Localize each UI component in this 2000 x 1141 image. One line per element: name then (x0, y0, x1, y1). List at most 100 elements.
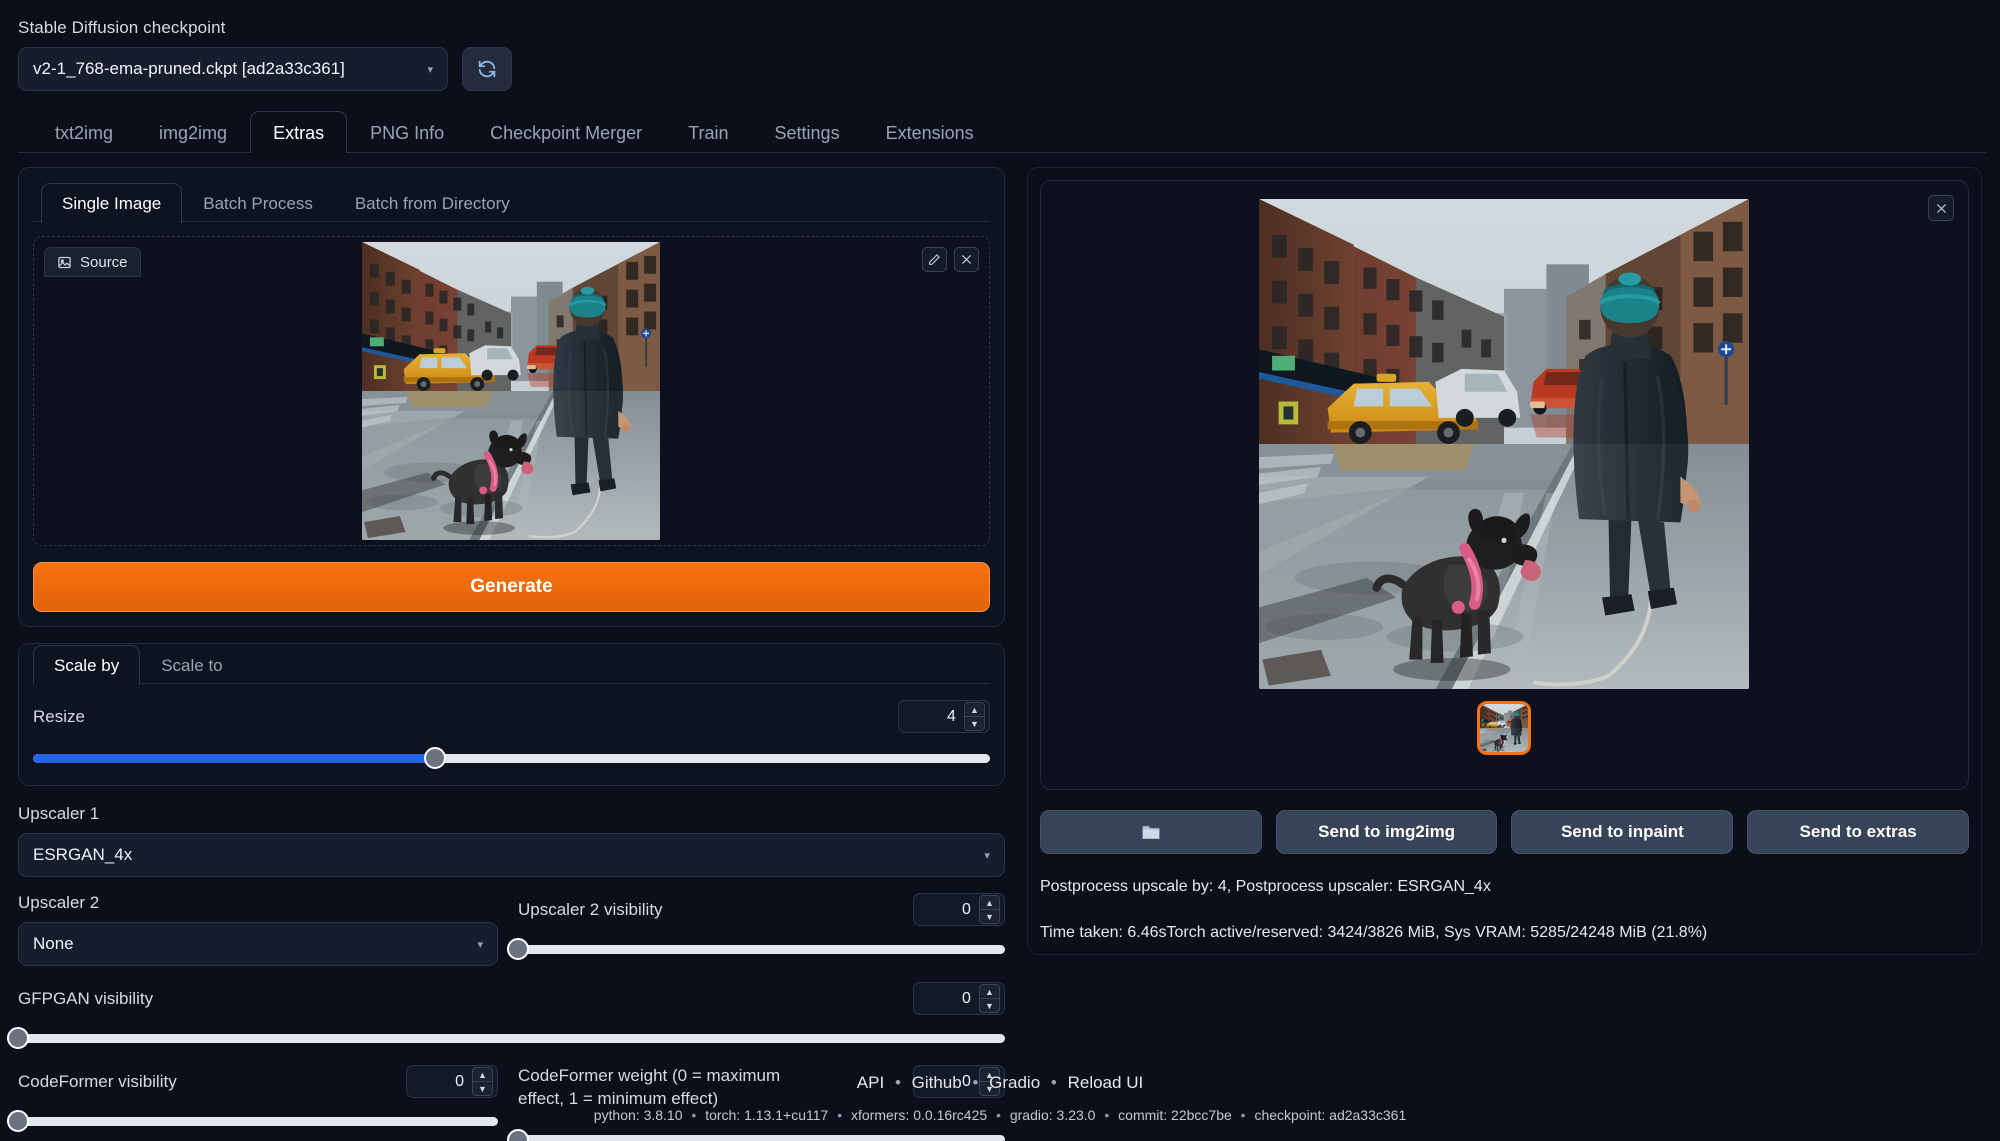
tab-png-info[interactable]: PNG Info (347, 111, 467, 153)
footer-separator: • (894, 1073, 901, 1092)
footer-link-github[interactable]: Github (912, 1073, 962, 1092)
clear-source-button[interactable] (953, 247, 979, 272)
subtab-scale-by[interactable]: Scale by (33, 645, 141, 685)
left-column: Single Image Batch Process Batch from Di… (7, 167, 1005, 1141)
result-image[interactable] (1259, 199, 1749, 689)
upscaler1-label: Upscaler 1 (18, 804, 100, 823)
upscaler2-visibility-group: Upscaler 2 visibility 0 ▲ ▼ (507, 893, 1005, 966)
checkpoint-row: Stable Diffusion checkpoint v2-1_768-ema… (14, 0, 1986, 91)
footer-separator: • (1050, 1073, 1057, 1092)
result-container: Send to img2img Send to inpaint Send to … (1026, 167, 1982, 955)
footer-meta-python: python: 3.8.10 (593, 1107, 683, 1123)
content-body: Single Image Batch Process Batch from Di… (7, 167, 1986, 1141)
chevron-down-icon: ▾ (427, 63, 433, 76)
generate-button[interactable]: Generate (33, 562, 990, 612)
checkpoint-label: Stable Diffusion checkpoint (18, 18, 226, 37)
result-panel (1039, 180, 1969, 790)
stepper-down-icon[interactable]: ▼ (965, 717, 984, 730)
subtab-batch-from-directory[interactable]: Batch from Directory (334, 183, 531, 223)
gfpgan-header: GFPGAN visibility 0 ▲ ▼ (18, 982, 1005, 1015)
tab-checkpoint-merger[interactable]: Checkpoint Merger (467, 111, 665, 153)
upscaler1-group: Upscaler 1 ESRGAN_4x ▾ (18, 804, 1005, 877)
result-action-buttons: Send to img2img Send to inpaint Send to … (1039, 810, 1970, 854)
stepper-down-icon[interactable]: ▼ (980, 999, 999, 1012)
upscaler2-visibility-slider[interactable] (507, 938, 1005, 960)
resize-stepper[interactable]: ▲ ▼ (963, 702, 985, 731)
tab-settings[interactable]: Settings (752, 111, 863, 153)
send-to-img2img-button[interactable]: Send to img2img (1275, 810, 1498, 854)
checkpoint-block: Stable Diffusion checkpoint v2-1_768-ema… (18, 18, 448, 91)
result-thumbnail[interactable] (1477, 701, 1532, 755)
scale-panel: Scale by Scale to Resize 4 ▲ ▼ (18, 643, 1005, 786)
send-to-inpaint-button[interactable]: Send to inpaint (1511, 810, 1734, 854)
footer-separator: • (837, 1107, 843, 1123)
slider-thumb[interactable] (7, 1027, 29, 1049)
footer-meta-gradio: gradio: 3.23.0 (1009, 1107, 1096, 1123)
upscaler2-visibility-input[interactable]: 0 ▲ ▼ (912, 893, 1005, 926)
open-folder-button[interactable] (1039, 810, 1262, 854)
upscaler1-select[interactable]: ESRGAN_4x ▾ (18, 833, 1005, 877)
slider-thumb[interactable] (507, 938, 529, 960)
gfpgan-visibility-stepper[interactable]: ▲ ▼ (978, 984, 1000, 1013)
tab-extras[interactable]: Extras (250, 111, 348, 153)
gfpgan-group: GFPGAN visibility 0 ▲ ▼ (7, 982, 1005, 1049)
right-column: Send to img2img Send to inpaint Send to … (1026, 167, 1982, 1141)
slider-thumb[interactable] (507, 1128, 529, 1141)
resize-slider-fill (33, 753, 435, 763)
footer-link-api[interactable]: API (857, 1073, 884, 1092)
status-params: Postprocess upscale by: 4, Postprocess u… (1039, 878, 1491, 895)
status-timing: Time taken: 6.46sTorch active/reserved: … (1039, 924, 1708, 941)
stepper-up-icon[interactable]: ▲ (964, 703, 984, 717)
tab-img2img[interactable]: img2img (136, 111, 250, 153)
resize-slider-track (33, 747, 990, 769)
stepper-up-icon[interactable]: ▲ (979, 985, 999, 999)
footer-meta-commit: commit: 22bcc7be (1118, 1107, 1232, 1123)
upscaler2-select[interactable]: None ▾ (18, 922, 498, 966)
resize-value-group: 4 ▲ ▼ (897, 700, 990, 733)
footer-links: API • Github • Gradio • Reload UI (0, 1073, 2000, 1093)
source-image-dropzone[interactable]: Source (33, 236, 990, 546)
resize-slider[interactable] (33, 747, 990, 769)
close-result-button[interactable] (1928, 195, 1954, 221)
tab-txt2img[interactable]: txt2img (32, 111, 136, 153)
edit-source-button[interactable] (921, 247, 947, 272)
single-image-panel: Single Image Batch Process Batch from Di… (18, 167, 1005, 627)
footer-meta-xformers: xformers: 0.0.16rc425 (850, 1107, 988, 1123)
source-image-preview[interactable] (362, 242, 660, 540)
chevron-down-icon: ▾ (984, 849, 990, 862)
subtab-batch-process[interactable]: Batch Process (182, 183, 334, 223)
tab-train[interactable]: Train (665, 111, 751, 153)
resize-value: 4 (947, 707, 956, 725)
upscaler2-visibility-stepper[interactable]: ▲ ▼ (978, 895, 1000, 924)
resize-slider-thumb[interactable] (423, 747, 446, 769)
subtab-scale-to[interactable]: Scale to (140, 645, 243, 685)
footer-link-gradio[interactable]: Gradio (989, 1073, 1040, 1092)
footer: API • Github • Gradio • Reload UI python… (0, 1073, 2000, 1123)
refresh-checkpoint-button[interactable] (462, 47, 512, 91)
chevron-down-icon: ▾ (477, 938, 483, 951)
footer-separator: • (691, 1107, 697, 1123)
send-to-extras-button[interactable]: Send to extras (1747, 810, 1970, 854)
stepper-up-icon[interactable]: ▲ (979, 896, 999, 910)
subtab-single-image[interactable]: Single Image (41, 183, 183, 223)
codeformer-weight-slider[interactable] (507, 1128, 1005, 1141)
scale-tab-bar: Scale by Scale to (33, 644, 990, 685)
footer-meta: python: 3.8.10 • torch: 1.13.1+cu117 • x… (0, 1107, 2000, 1123)
upscaler1-value: ESRGAN_4x (33, 845, 133, 864)
gfpgan-visibility-label: GFPGAN visibility (18, 988, 154, 1008)
stepper-down-icon[interactable]: ▼ (980, 910, 999, 923)
gfpgan-visibility-input[interactable]: 0 ▲ ▼ (912, 982, 1005, 1015)
checkpoint-select[interactable]: v2-1_768-ema-pruned.ckpt [ad2a33c361] ▾ (18, 47, 448, 91)
tab-extensions[interactable]: Extensions (863, 111, 997, 153)
footer-link-reload-ui[interactable]: Reload UI (1068, 1073, 1144, 1092)
source-badge: Source (44, 247, 141, 277)
resize-number-input[interactable]: 4 ▲ ▼ (897, 700, 990, 733)
street-scene-artwork (1480, 704, 1528, 752)
street-scene-artwork (362, 242, 660, 540)
result-thumbnail-strip (1055, 701, 1954, 755)
footer-meta-checkpoint: checkpoint: ad2a33c361 (1254, 1107, 1407, 1123)
close-icon (1936, 203, 1946, 213)
gfpgan-visibility-slider[interactable] (7, 1027, 1005, 1049)
pencil-icon (929, 254, 940, 265)
upscaler2-group: Upscaler 2 None ▾ (18, 893, 498, 966)
